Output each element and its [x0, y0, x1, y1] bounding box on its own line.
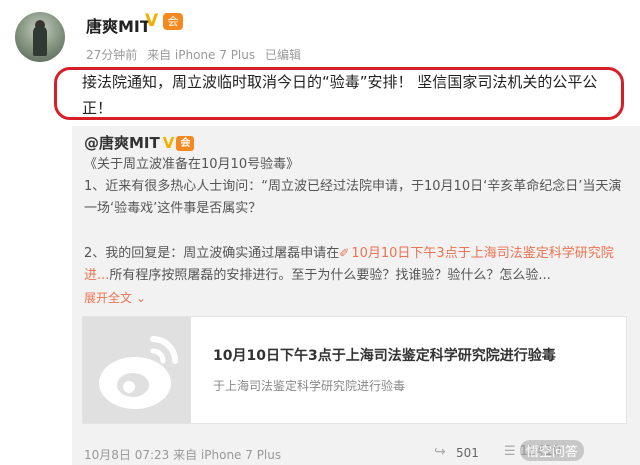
- watermark: 悟空问答: [520, 440, 585, 461]
- repost-username-row: @唐爽MIT V 会: [84, 132, 195, 153]
- article-card-title[interactable]: 10月10日下午3点于上海司法鉴定科学研究院进行验毒: [213, 345, 556, 365]
- post-header: 唐爽MIT V 会 27分钟前 来自 iPhone 7 Plus 已编辑: [0, 0, 640, 70]
- repost-title: 《关于周立波准备在10月10号验毒》: [84, 157, 300, 172]
- post-text: 接法院通知，周立波临时取消今日的“验毒”安排！ 坚信国家司法机关的公平公正！: [82, 73, 598, 117]
- share-count: 501: [456, 446, 479, 460]
- avatar[interactable]: [15, 12, 65, 62]
- repost-paragraph-2: 2、我的回复是：周立波确实通过屠磊申请在✐ 10月10日下午3点于上海司法鉴定科学…: [84, 242, 629, 287]
- article-card[interactable]: 10月10日下午3点于上海司法鉴定科学研究院进行验毒 于上海司法鉴定科学研究院进…: [82, 316, 627, 424]
- repost-paragraph-1: 1、近来有很多热心人士询问：“周立波已经过法院申请，于10月10日‘辛亥革命纪念…: [84, 179, 622, 216]
- article-card-subtitle: 于上海司法鉴定科学研究院进行验毒: [213, 379, 406, 393]
- chevron-down-icon: ⌄: [132, 291, 146, 305]
- share-icon[interactable]: ↪: [434, 444, 446, 460]
- link-icon: ✐: [339, 246, 350, 260]
- weibo-logo-icon: [83, 317, 191, 423]
- repost-body: 《关于周立波准备在10月10号验毒》 1、近来有很多热心人士询问：“周立波已经过…: [84, 154, 629, 310]
- reposted-weibo[interactable]: @唐爽MIT V 会 《关于周立波准备在10月10号验毒》 1、近来有很多热心人士询…: [72, 126, 640, 465]
- avatar-figure-body: [33, 26, 47, 56]
- member-badge-icon: 会: [163, 13, 183, 30]
- verified-badge-icon: V: [162, 134, 175, 152]
- post-edited[interactable]: 已编辑: [265, 48, 301, 62]
- paragraph-2-suffix: 所有程序按照屠磊的安排进行。至于为什么要验？找谁验？验什么？怎么验...: [109, 268, 551, 283]
- member-badge-icon: 会: [176, 136, 195, 151]
- expand-label: 展开全文: [84, 291, 133, 305]
- post-source: 来自 iPhone 7 Plus: [147, 48, 256, 62]
- verified-badge-icon: V: [145, 11, 159, 31]
- repost-username[interactable]: @唐爽MIT: [84, 134, 160, 152]
- paragraph-2-prefix: 2、我的回复是：周立波确实通过屠磊申请在: [84, 246, 340, 261]
- post-meta: 27分钟前 来自 iPhone 7 Plus 已编辑: [86, 46, 307, 63]
- username[interactable]: 唐爽MIT: [86, 13, 151, 37]
- repost-time-source[interactable]: 10月8日 07:23 来自 iPhone 7 Plus: [84, 446, 281, 463]
- expand-full-text-button[interactable]: 展开全文 ⌄: [84, 291, 146, 305]
- post-time[interactable]: 27分钟前: [86, 48, 137, 62]
